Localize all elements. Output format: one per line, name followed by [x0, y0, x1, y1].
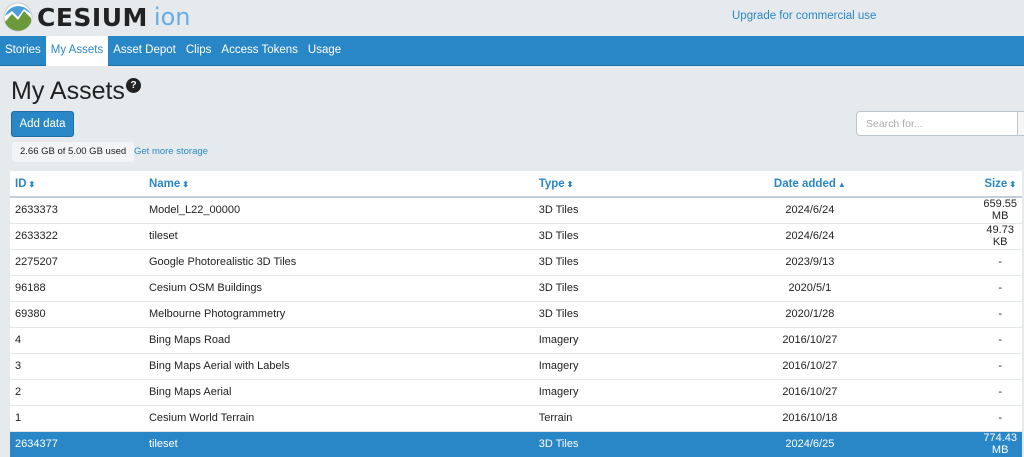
nav-access-tokens[interactable]: Access Tokens: [216, 36, 303, 66]
cell-date-added: 2016/10/27: [716, 326, 904, 353]
cell-name: Melbourne Photogrammetry: [143, 300, 534, 327]
page-title: My Assets: [11, 77, 125, 105]
cell-name: Bing Maps Road: [143, 326, 534, 353]
column-header-date-added[interactable]: Date added ▲: [716, 171, 904, 198]
search-input[interactable]: [856, 111, 1018, 136]
cell-id: 2: [10, 378, 144, 405]
column-label: Size: [984, 177, 1008, 190]
table-row[interactable]: 69380 Melbourne Photogrammetry 3D Tiles 202…: [10, 300, 1022, 327]
cell-name: Cesium World Terrain: [143, 404, 534, 431]
table-row[interactable]: 4 Bing Maps Road Imagery 2016/10/27-: [10, 326, 1022, 353]
cell-id: 3: [10, 352, 144, 379]
column-label: ID: [15, 177, 27, 190]
cell-size: 49.73 KB: [903, 222, 1022, 249]
cell-type: 3D Tiles: [533, 196, 717, 223]
cell-date-added: 2016/10/27: [716, 352, 904, 379]
cell-type: 3D Tiles: [533, 300, 717, 327]
table-row[interactable]: 2634377 tileset 3D Tiles 2024/6/25 774.43 MB: [10, 430, 1022, 457]
cell-size: -: [903, 300, 1022, 327]
cell-name: Cesium OSM Buildings: [143, 274, 534, 301]
cell-id: 1: [10, 404, 144, 431]
table-row[interactable]: 2633373 Model_L22_00000 3D Tiles 2024/6/24 6…: [10, 196, 1022, 223]
table-row[interactable]: 3 Bing Maps Aerial with Labels Imagery 2016…: [10, 352, 1022, 379]
nav-stories[interactable]: Stories: [0, 36, 46, 66]
cell-date-added: 2016/10/18: [716, 404, 904, 431]
add-data-button[interactable]: Add data: [11, 111, 74, 137]
cesium-logo-icon: [3, 2, 33, 32]
table-row[interactable]: 2633322 tileset 3D Tiles 2024/6/24 49.73 KB: [10, 222, 1022, 249]
cell-type: 3D Tiles: [533, 274, 717, 301]
cesium-ion-logo[interactable]: CESIUM ion: [3, 2, 190, 32]
cell-date-added: 2020/1/28: [716, 300, 904, 327]
cell-name: Bing Maps Aerial with Labels: [143, 352, 534, 379]
cell-type: Terrain: [533, 404, 717, 431]
nav-usage[interactable]: Usage: [303, 36, 346, 66]
assets-table: ID ⬍ Name ⬍ Type ⬍ Date added ▲ Size ⬍ 2633373 Mod…: [10, 171, 1022, 457]
cell-date-added: 2020/5/1: [716, 274, 904, 301]
get-more-storage-link[interactable]: Get more storage: [134, 146, 208, 157]
cell-size: 659.55 MB: [903, 196, 1022, 223]
cell-id: 2633373: [10, 196, 144, 223]
cell-id: 2634377: [10, 430, 144, 457]
cell-type: 3D Tiles: [533, 430, 717, 457]
search-button[interactable]: [1017, 111, 1024, 136]
column-label: Date added: [773, 177, 836, 190]
cell-name: Bing Maps Aerial: [143, 378, 534, 405]
cell-size: -: [903, 274, 1022, 301]
cell-size: -: [903, 352, 1022, 379]
cell-date-added: 2024/6/24: [716, 196, 904, 223]
cell-date-added: 2023/9/13: [716, 248, 904, 275]
column-header-size[interactable]: Size ⬍: [903, 171, 1022, 198]
nav-asset-depot[interactable]: Asset Depot: [108, 36, 181, 66]
table-row[interactable]: 2275207 Google Photorealistic 3D Tiles 3D …: [10, 248, 1022, 275]
cell-date-added: 2024/6/24: [716, 222, 904, 249]
top-bar: CESIUM ion Upgrade for commercial use: [0, 0, 1024, 35]
main-nav: Stories My Assets Asset Depot Clips Acce…: [0, 36, 1024, 66]
cell-id: 2633322: [10, 222, 144, 249]
cell-type: 3D Tiles: [533, 222, 717, 249]
logo-suffix: ion: [153, 3, 191, 31]
cell-type: Imagery: [533, 378, 717, 405]
cell-id: 69380: [10, 300, 144, 327]
nav-clips[interactable]: Clips: [181, 36, 217, 66]
cell-size: -: [903, 404, 1022, 431]
cell-size: -: [903, 326, 1022, 353]
sort-icon: ⬍: [1009, 179, 1017, 189]
upgrade-link[interactable]: Upgrade for commercial use: [732, 10, 876, 22]
cell-id: 96188: [10, 274, 144, 301]
column-header-name[interactable]: Name ⬍: [143, 171, 534, 198]
cell-type: Imagery: [533, 326, 717, 353]
cell-name: tileset: [143, 430, 534, 457]
table-row[interactable]: 96188 Cesium OSM Buildings 3D Tiles 2020/5/…: [10, 274, 1022, 301]
cell-id: 2275207: [10, 248, 144, 275]
sort-icon: ⬍: [182, 179, 189, 189]
logo-text: CESIUM: [37, 2, 148, 32]
column-header-id[interactable]: ID ⬍: [10, 171, 144, 198]
cell-type: 3D Tiles: [533, 248, 717, 275]
cell-name: Google Photorealistic 3D Tiles: [143, 248, 534, 275]
cell-date-added: 2016/10/27: [716, 378, 904, 405]
column-label: Name: [148, 177, 181, 190]
table-row[interactable]: 2 Bing Maps Aerial Imagery 2016/10/27-: [10, 378, 1022, 405]
sort-icon: ⬍: [566, 179, 574, 189]
column-header-type[interactable]: Type ⬍: [533, 171, 717, 198]
sort-icon: ⬍: [28, 179, 36, 189]
cell-size: -: [903, 248, 1022, 275]
table-row[interactable]: 1 Cesium World Terrain Terrain 2016/10/18-: [10, 404, 1022, 431]
cell-date-added: 2024/6/25: [716, 430, 904, 457]
cell-name: Model_L22_00000: [143, 196, 534, 223]
nav-my-assets[interactable]: My Assets: [45, 36, 109, 66]
sort-icon: ▲: [837, 179, 846, 189]
cell-size: 774.43 MB: [903, 430, 1022, 457]
cell-size: -: [903, 378, 1022, 405]
help-icon[interactable]: ?: [126, 78, 141, 93]
storage-usage: 2.66 GB of 5.00 GB used: [12, 142, 135, 162]
column-label: Type: [538, 177, 565, 190]
cell-type: Imagery: [533, 352, 717, 379]
cell-name: tileset: [143, 222, 534, 249]
cell-id: 4: [10, 326, 144, 353]
